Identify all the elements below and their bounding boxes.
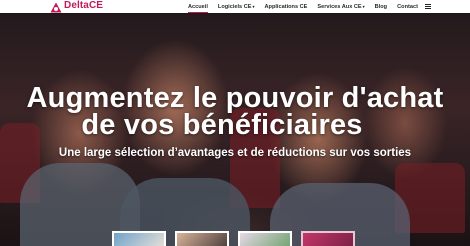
hero-banner: Augmentez le pouvoir d'achat de vos béné… — [0, 13, 470, 246]
nav-applications-ce[interactable]: Applications CE — [265, 4, 308, 10]
nav-logiciels-ce[interactable]: Logiciels CE ▾ — [218, 4, 255, 10]
nav-blog[interactable]: Blog — [375, 4, 387, 10]
hero-title-line-1: Augmentez le pouvoir d'achat — [26, 82, 444, 114]
logo-mark-icon — [50, 0, 62, 13]
nav-label: Contact — [397, 3, 418, 10]
nav-accueil[interactable]: Accueil — [188, 3, 208, 13]
chevron-down-icon: ▾ — [252, 4, 255, 9]
offer-card-thumbnail[interactable] — [112, 231, 166, 246]
hero-title: Augmentez le pouvoir d'achat de vos béné… — [0, 82, 470, 141]
offer-card-thumbnail[interactable] — [301, 231, 355, 246]
main-nav: Accueil Logiciels CE ▾ Applications CE S… — [188, 0, 431, 13]
nav-label: Blog — [374, 3, 388, 10]
chevron-down-icon: ▾ — [362, 4, 365, 9]
site-logo[interactable]: DeltaCE — [50, 0, 104, 13]
hero-subtitle: Une large sélection d’avantages et de ré… — [58, 147, 412, 159]
nav-label: Services Aux CE — [317, 3, 362, 10]
nav-contact[interactable]: Contact — [397, 4, 418, 10]
nav-label: Applications CE — [264, 3, 308, 10]
hero-title-line-2: de vos bénéficiaires — [81, 109, 363, 141]
nav-label: Accueil — [188, 3, 208, 10]
menu-icon[interactable] — [424, 4, 431, 9]
brand-name: DeltaCE — [64, 0, 104, 11]
site-header: DeltaCE Accueil Logiciels CE ▾ Applicati… — [0, 0, 470, 13]
offer-card-thumbnail[interactable] — [238, 231, 292, 246]
nav-services-aux-ce[interactable]: Services Aux CE ▾ — [317, 4, 364, 10]
offer-card-thumbnail[interactable] — [175, 231, 229, 246]
nav-label: Logiciels CE — [217, 3, 252, 10]
